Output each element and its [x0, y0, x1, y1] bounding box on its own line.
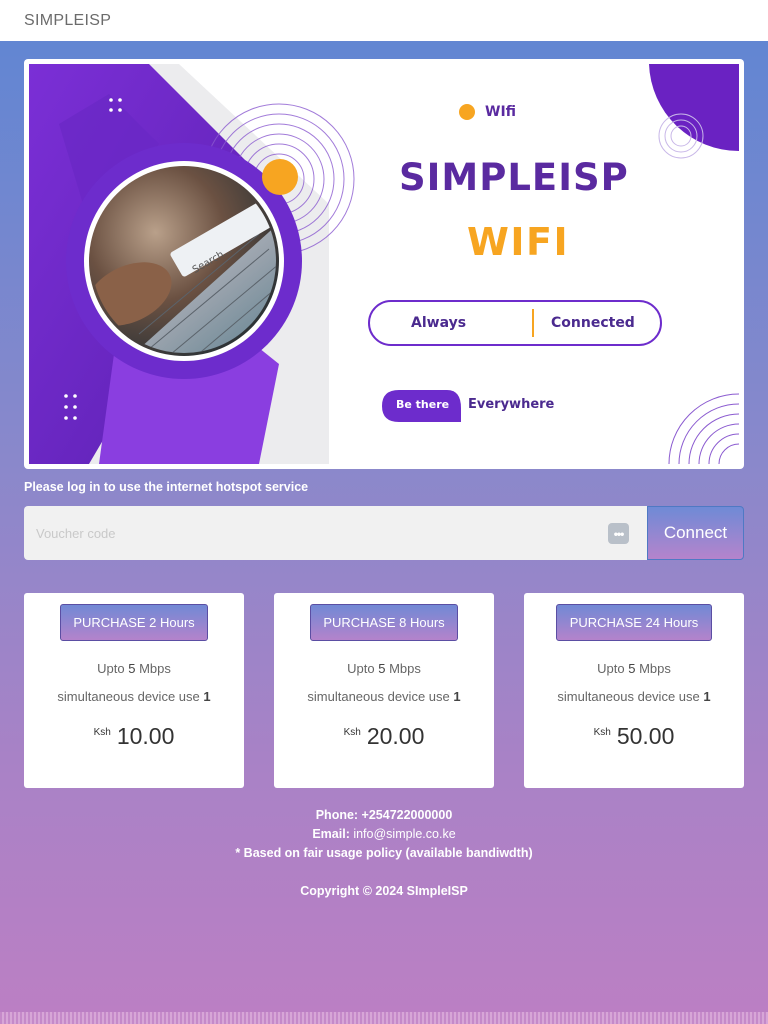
purchase-2-hours-button[interactable]: PURCHASE 2 Hours — [60, 604, 208, 641]
plan-price: Ksh 10.00 — [24, 723, 244, 750]
footer-policy: * Based on fair usage policy (available … — [235, 846, 533, 860]
footer-copyright: Copyright © 2024 SImpleISP — [300, 884, 468, 898]
login-message: Please log in to use the internet hotspo… — [24, 480, 309, 494]
app-header: SIMPLEISP — [0, 0, 768, 41]
purchase-8-hours-button[interactable]: PURCHASE 8 Hours — [310, 604, 458, 641]
banner-wifi-tag: WIfi — [485, 104, 517, 120]
plan-device-limit: simultaneous device use 1 — [557, 689, 711, 704]
plan-card: PURCHASE 8 Hours Upto 5 Mbps simultaneou… — [274, 593, 494, 788]
keyboard-icon[interactable]: ••• — [608, 523, 629, 544]
banner-be-there: Be there — [396, 398, 450, 411]
banner-brand-wifi: WIFI — [467, 220, 570, 264]
hero-banner: Search... WIfi SIMPLEISP WIFI Always Con… — [24, 59, 744, 469]
plan-card: PURCHASE 2 Hours Upto 5 Mbps simultaneou… — [24, 593, 244, 788]
footer-phone: Phone: +254722000000 — [315, 808, 453, 822]
purchase-24-hours-button[interactable]: PURCHASE 24 Hours — [556, 604, 712, 641]
connect-button[interactable]: Connect — [647, 506, 744, 560]
voucher-code-input[interactable] — [24, 506, 647, 560]
banner-everywhere: Everywhere — [468, 397, 555, 412]
currency-label: Ksh — [93, 727, 111, 738]
price-value: 20.00 — [366, 723, 425, 749]
voucher-form: ••• Connect — [24, 506, 744, 560]
banner-pill-connected: Connected — [551, 315, 635, 331]
plan-price: Ksh 20.00 — [274, 723, 494, 750]
app-title: SIMPLEISP — [24, 11, 112, 29]
price-value: 10.00 — [116, 723, 175, 749]
plan-speed: Upto 5 Mbps — [597, 661, 671, 676]
banner-artwork: Search... — [29, 64, 739, 464]
plan-speed: Upto 5 Mbps — [97, 661, 171, 676]
price-value: 50.00 — [616, 723, 675, 749]
footer-email: Email: info@simple.co.ke — [312, 827, 456, 841]
banner-brand-title: SIMPLEISP — [399, 156, 629, 199]
plan-speed: Upto 5 Mbps — [347, 661, 421, 676]
currency-label: Ksh — [593, 727, 611, 738]
currency-label: Ksh — [343, 727, 361, 738]
plan-card: PURCHASE 24 Hours Upto 5 Mbps simultaneo… — [524, 593, 744, 788]
banner-pill-always: Always — [411, 315, 467, 331]
plan-price: Ksh 50.00 — [524, 723, 744, 750]
plan-device-limit: simultaneous device use 1 — [57, 689, 211, 704]
plans-list: PURCHASE 2 Hours Upto 5 Mbps simultaneou… — [24, 593, 744, 788]
bottom-strip — [0, 1012, 768, 1024]
footer: Phone: +254722000000 Email: info@simple.… — [0, 806, 768, 901]
plan-device-limit: simultaneous device use 1 — [307, 689, 461, 704]
